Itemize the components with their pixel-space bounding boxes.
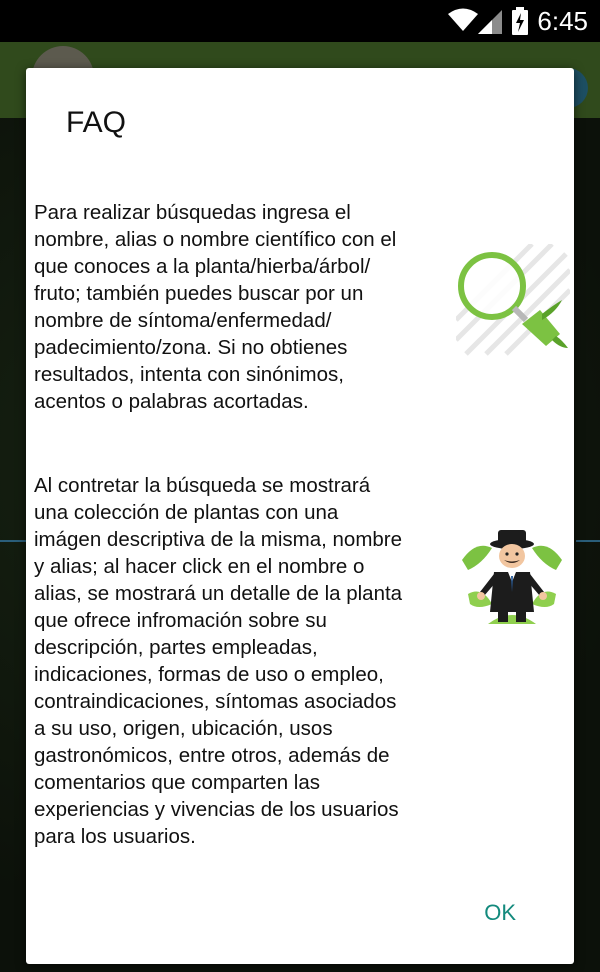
herbalist-man-icon [460, 522, 564, 626]
divider [576, 540, 600, 542]
wifi-icon [448, 8, 478, 31]
divider [0, 540, 26, 542]
ok-button[interactable]: OK [478, 896, 522, 930]
dialog-title: FAQ [66, 106, 127, 139]
faq-paragraph-search: Para realizar búsquedas ingresa el nombr… [34, 201, 397, 413]
battery-charging-icon [512, 7, 528, 35]
magnifier-leaf-icon [456, 244, 570, 356]
clock: 6:45 [537, 6, 588, 36]
cellular-signal-icon [478, 10, 502, 34]
faq-paragraph-results: Al contretar la búsqueda se mostrará una… [34, 474, 403, 848]
faq-dialog: FAQ Para realizar búsquedas ingresa el n… [26, 68, 574, 964]
status-bar: 6:45 [0, 0, 600, 42]
